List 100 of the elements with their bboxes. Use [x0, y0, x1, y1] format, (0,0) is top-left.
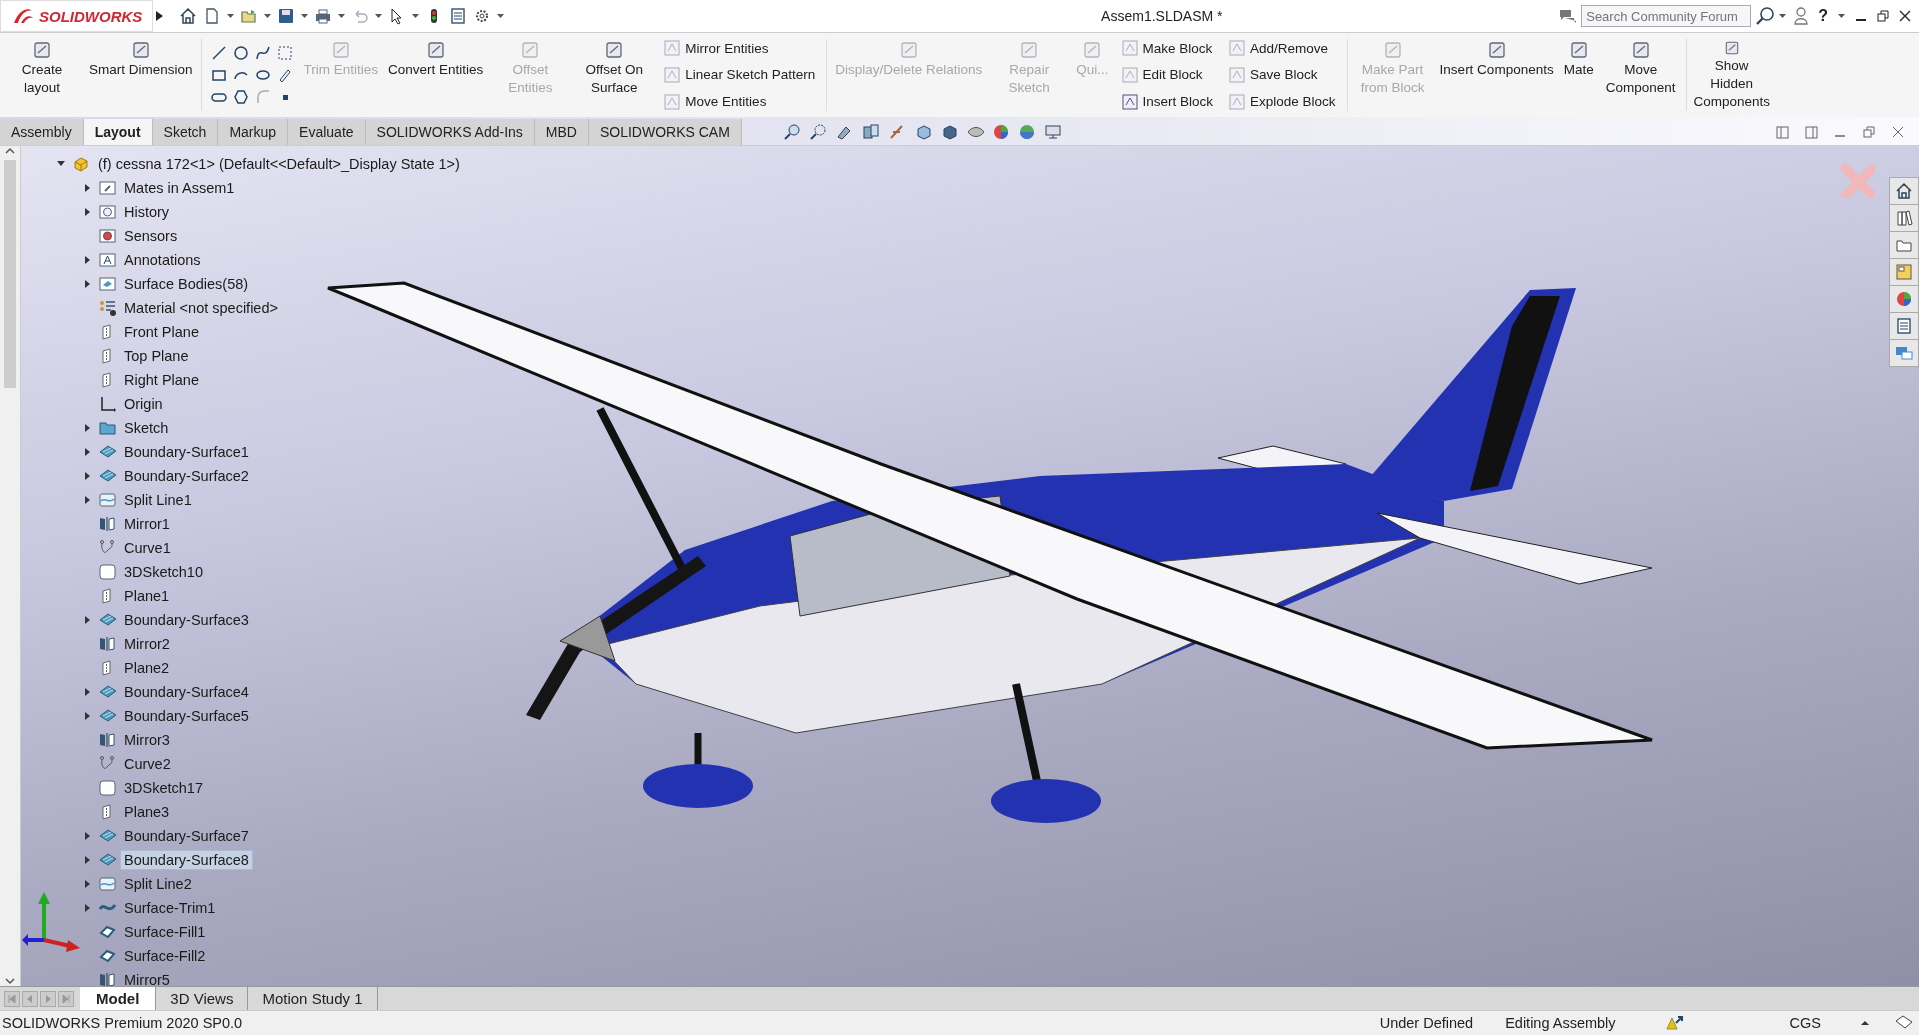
tile-left-icon[interactable]	[1776, 125, 1789, 139]
dotted-rectangle-icon[interactable]	[276, 45, 293, 61]
search-icon[interactable]	[1755, 6, 1776, 26]
save-icon[interactable]	[277, 7, 296, 25]
caret-icon[interactable]	[301, 13, 309, 19]
caret-icon[interactable]	[412, 13, 420, 19]
tool-icon[interactable]	[1121, 93, 1138, 110]
line-icon[interactable]	[210, 45, 227, 61]
circle-icon[interactable]	[232, 45, 249, 61]
caret-icon[interactable]	[1861, 1020, 1869, 1026]
rectangle-icon[interactable]	[210, 67, 227, 83]
tree-item[interactable]: Right Plane	[120, 370, 203, 390]
print-icon[interactable]	[314, 7, 333, 25]
tree-item[interactable]: Sensors	[120, 226, 182, 246]
scrollbar-thumb[interactable]	[4, 160, 16, 388]
tree-item[interactable]: (f) cessna 172<1> (Default<<Default>_Display State 1>)	[94, 154, 464, 174]
caret-icon[interactable]	[497, 13, 505, 19]
tree-item[interactable]: Surface-Trim1	[120, 898, 220, 918]
expand-arrow-icon[interactable]	[83, 280, 91, 288]
list-icon[interactable]	[1889, 312, 1919, 340]
expand-arrow-icon[interactable]	[83, 616, 91, 624]
caret-icon[interactable]	[1838, 13, 1845, 19]
close-icon[interactable]	[1899, 10, 1911, 22]
tree-item[interactable]: Curve2	[120, 754, 175, 774]
tree-item[interactable]: Mates in Assem1	[120, 178, 239, 198]
ribbon-button[interactable]: Create layout	[0, 35, 84, 115]
caret-icon[interactable]	[227, 13, 235, 19]
hexagon-icon[interactable]	[232, 89, 249, 105]
folder-icon[interactable]	[1889, 231, 1919, 259]
tree-item[interactable]: Boundary-Surface3	[120, 610, 253, 630]
command-tab[interactable]: Layout	[83, 119, 153, 145]
expand-arrow-icon[interactable]	[83, 256, 91, 264]
tree-item[interactable]: Mirror5	[120, 970, 174, 986]
home-icon[interactable]	[179, 7, 198, 25]
tree-item[interactable]: Sketch	[120, 418, 173, 438]
expand-arrow-icon[interactable]	[83, 424, 91, 432]
tree-item[interactable]: Annotations	[120, 250, 205, 270]
expand-arrow-icon[interactable]	[83, 208, 91, 216]
restore-icon[interactable]	[1877, 10, 1889, 22]
ribbon-button[interactable]: Move Component	[1598, 35, 1683, 115]
scrollbar[interactable]	[0, 146, 21, 986]
help-button[interactable]: ?	[1818, 7, 1828, 25]
tree-item[interactable]: Boundary-Surface1	[120, 442, 253, 462]
app-logo[interactable]: SOLIDWORKS	[0, 0, 154, 32]
tree-item[interactable]: Plane2	[120, 658, 174, 678]
ellipse-icon[interactable]	[254, 67, 271, 83]
expand-arrow-icon[interactable]	[83, 712, 91, 720]
expand-arrow-icon[interactable]	[83, 496, 91, 504]
tree-item[interactable]: History	[120, 202, 174, 222]
restore-icon[interactable]	[1863, 125, 1876, 139]
expand-arrow-icon[interactable]	[83, 184, 91, 192]
ribbon-button[interactable]: Insert Block	[1119, 92, 1216, 111]
file-properties-icon[interactable]	[449, 7, 468, 25]
rebuild-warning-icon[interactable]	[1665, 1015, 1684, 1031]
ribbon-button[interactable]: Insert Components	[1434, 35, 1559, 115]
monitor-icon[interactable]	[1043, 123, 1062, 141]
tree-item[interactable]: Surface Bodies(58)	[120, 274, 253, 294]
tree-item[interactable]: Mirror3	[120, 730, 174, 750]
caret-icon[interactable]	[1779, 13, 1787, 19]
user-icon[interactable]	[1794, 7, 1809, 25]
tree-item[interactable]: Boundary-Surface7	[120, 826, 253, 846]
scene-icon[interactable]	[1017, 123, 1036, 141]
books-icon[interactable]	[1889, 204, 1919, 232]
tree-item[interactable]: Boundary-Surface2	[120, 466, 253, 486]
model-tab[interactable]: Model	[80, 987, 157, 1010]
tree-item[interactable]: Split Line2	[120, 874, 196, 894]
tree-item[interactable]: Boundary-Surface8	[120, 850, 253, 870]
caret-icon[interactable]	[264, 13, 272, 19]
tree-item[interactable]: Material <not specified>	[120, 298, 282, 318]
caret-icon[interactable]	[375, 13, 383, 19]
tree-item[interactable]: Surface-Fill1	[120, 922, 210, 942]
chat-icon[interactable]	[1889, 339, 1919, 367]
tree-item[interactable]: Surface-Fill2	[120, 946, 210, 966]
tag-icon[interactable]	[1895, 1015, 1913, 1031]
open-folder-icon[interactable]	[240, 7, 259, 25]
expand-arrow-icon[interactable]	[83, 688, 91, 696]
ribbon-button[interactable]: Offset On Surface	[572, 35, 657, 115]
section-view-icon[interactable]	[861, 123, 880, 141]
tree-item[interactable]: Boundary-Surface4	[120, 682, 253, 702]
scroll-up-icon[interactable]	[4, 146, 16, 156]
expand-arrow-icon[interactable]	[83, 856, 91, 864]
tree-item[interactable]: 3DSketch10	[120, 562, 207, 582]
caret-icon[interactable]	[338, 13, 346, 19]
tree-item[interactable]: Plane3	[120, 802, 174, 822]
units-button[interactable]: CGS	[1789, 1015, 1821, 1031]
tile-right-icon[interactable]	[1805, 125, 1818, 139]
expand-arrow-icon[interactable]	[83, 880, 91, 888]
scroll-down-icon[interactable]	[4, 976, 16, 986]
tree-item[interactable]: Mirror2	[120, 634, 174, 654]
search-field[interactable]: Search Community Forum	[1581, 5, 1752, 27]
expand-arrow-icon[interactable]	[83, 448, 91, 456]
tree-item[interactable]: Curve1	[120, 538, 175, 558]
zoom-to-fit-icon[interactable]	[783, 123, 802, 141]
appearance-icon[interactable]	[991, 123, 1010, 141]
tool-icon[interactable]	[31, 39, 53, 61]
tree-item[interactable]: 3DSketch17	[120, 778, 207, 798]
zoom-area-icon[interactable]	[809, 123, 828, 141]
tree-item[interactable]: Top Plane	[120, 346, 193, 366]
tree-item[interactable]: Split Line1	[120, 490, 196, 510]
ribbon-button[interactable]: Convert Entities	[383, 35, 489, 115]
